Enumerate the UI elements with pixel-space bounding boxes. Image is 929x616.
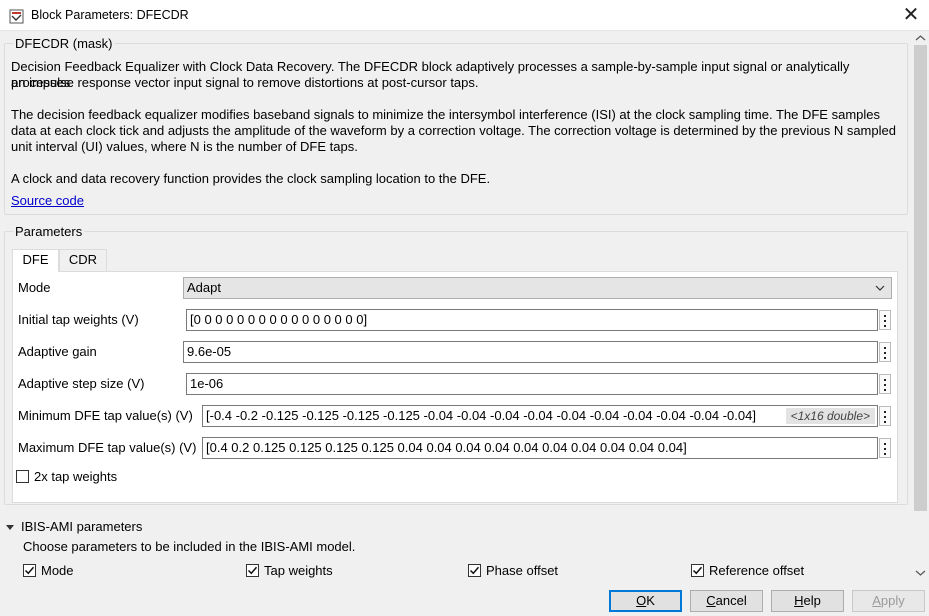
ibis-reference-offset-checkbox[interactable] <box>691 564 704 577</box>
scroll-down-arrow-icon[interactable] <box>915 569 926 577</box>
close-icon[interactable]: ✕ <box>899 4 923 26</box>
min-tap-field[interactable]: [-0.4 -0.2 -0.125 -0.125 -0.125 -0.125 -… <box>202 405 878 427</box>
mode-value: Adapt <box>187 280 221 295</box>
size-hint-badge: <1x16 double> <box>785 408 875 424</box>
checkmark-icon <box>469 566 480 575</box>
adaptive-step-size-label: Adaptive step size (V) <box>18 376 145 391</box>
ibis-phase-offset-label: Phase offset <box>486 563 559 578</box>
more-options-button[interactable] <box>879 438 891 458</box>
more-options-button[interactable] <box>879 374 891 394</box>
description-line: A clock and data recovery function provi… <box>11 171 491 186</box>
checkmark-icon <box>247 566 258 575</box>
description-line: an impulse response vector input signal … <box>11 75 479 90</box>
cancel-button[interactable]: Cancel <box>690 590 763 612</box>
adaptive-step-size-field[interactable]: 1e-06 <box>186 373 878 395</box>
more-options-button[interactable] <box>879 342 891 362</box>
more-options-button[interactable] <box>879 310 891 330</box>
triangle-down-icon[interactable] <box>5 523 15 533</box>
vertical-scrollbar[interactable] <box>912 31 929 581</box>
description-line: The decision feedback equalizer modifies… <box>11 107 881 122</box>
tab-dfe[interactable]: DFE <box>12 249 59 272</box>
adaptive-gain-field[interactable]: 9.6e-05 <box>183 341 878 363</box>
description-line: data at each clock tick and adjusts the … <box>11 123 896 138</box>
min-tap-label: Minimum DFE tap value(s) (V) <box>18 408 193 423</box>
ibis-mode-checkbox[interactable] <box>23 564 36 577</box>
ibis-ami-description: Choose parameters to be included in the … <box>23 539 356 554</box>
two-x-tap-weights-label: 2x tap weights <box>34 469 118 484</box>
mode-dropdown[interactable]: Adapt <box>183 277 892 299</box>
min-tap-value: [-0.4 -0.2 -0.125 -0.125 -0.125 -0.125 -… <box>206 408 756 423</box>
ibis-phase-offset-checkbox[interactable] <box>468 564 481 577</box>
ibis-ami-section-title[interactable]: IBIS-AMI parameters <box>21 519 142 535</box>
more-options-button[interactable] <box>879 406 891 426</box>
initial-tap-weights-field[interactable]: [0 0 0 0 0 0 0 0 0 0 0 0 0 0 0 0] <box>186 309 878 331</box>
help-button[interactable]: Help <box>771 590 844 612</box>
max-tap-field[interactable]: [0.4 0.2 0.125 0.125 0.125 0.125 0.04 0.… <box>202 437 878 459</box>
initial-tap-weights-label: Initial tap weights (V) <box>18 312 139 327</box>
adaptive-gain-label: Adaptive gain <box>18 344 97 359</box>
ibis-reference-offset-label: Reference offset <box>709 563 805 578</box>
dialog-content: DFECDR (mask) Decision Feedback Equalize… <box>0 31 929 581</box>
window-title: Block Parameters: DFECDR <box>31 8 189 22</box>
mask-legend: DFECDR (mask) <box>15 36 113 51</box>
title-bar: Block Parameters: DFECDR ✕ <box>0 0 929 31</box>
ibis-tap-weights-label: Tap weights <box>264 563 333 578</box>
mode-label: Mode <box>18 280 51 295</box>
tab-cdr[interactable]: CDR <box>59 249 107 271</box>
ibis-mode-label: Mode <box>41 563 74 578</box>
apply-button: Apply <box>852 590 925 612</box>
chevron-down-icon <box>875 285 885 291</box>
scroll-up-arrow-icon[interactable] <box>915 34 926 42</box>
checkmark-icon <box>24 566 35 575</box>
block-parameters-icon <box>9 9 24 24</box>
checkmark-icon <box>692 566 703 575</box>
scrollbar-thumb[interactable] <box>914 45 927 511</box>
ok-button[interactable]: OK <box>609 590 682 612</box>
two-x-tap-weights-checkbox[interactable] <box>16 470 29 483</box>
parameters-legend: Parameters <box>15 224 83 239</box>
max-tap-label: Maximum DFE tap value(s) (V) <box>18 440 197 455</box>
ibis-tap-weights-checkbox[interactable] <box>246 564 259 577</box>
description-line: unit interval (UI) values, where N is th… <box>11 139 358 154</box>
source-code-link[interactable]: Source code <box>11 193 84 209</box>
